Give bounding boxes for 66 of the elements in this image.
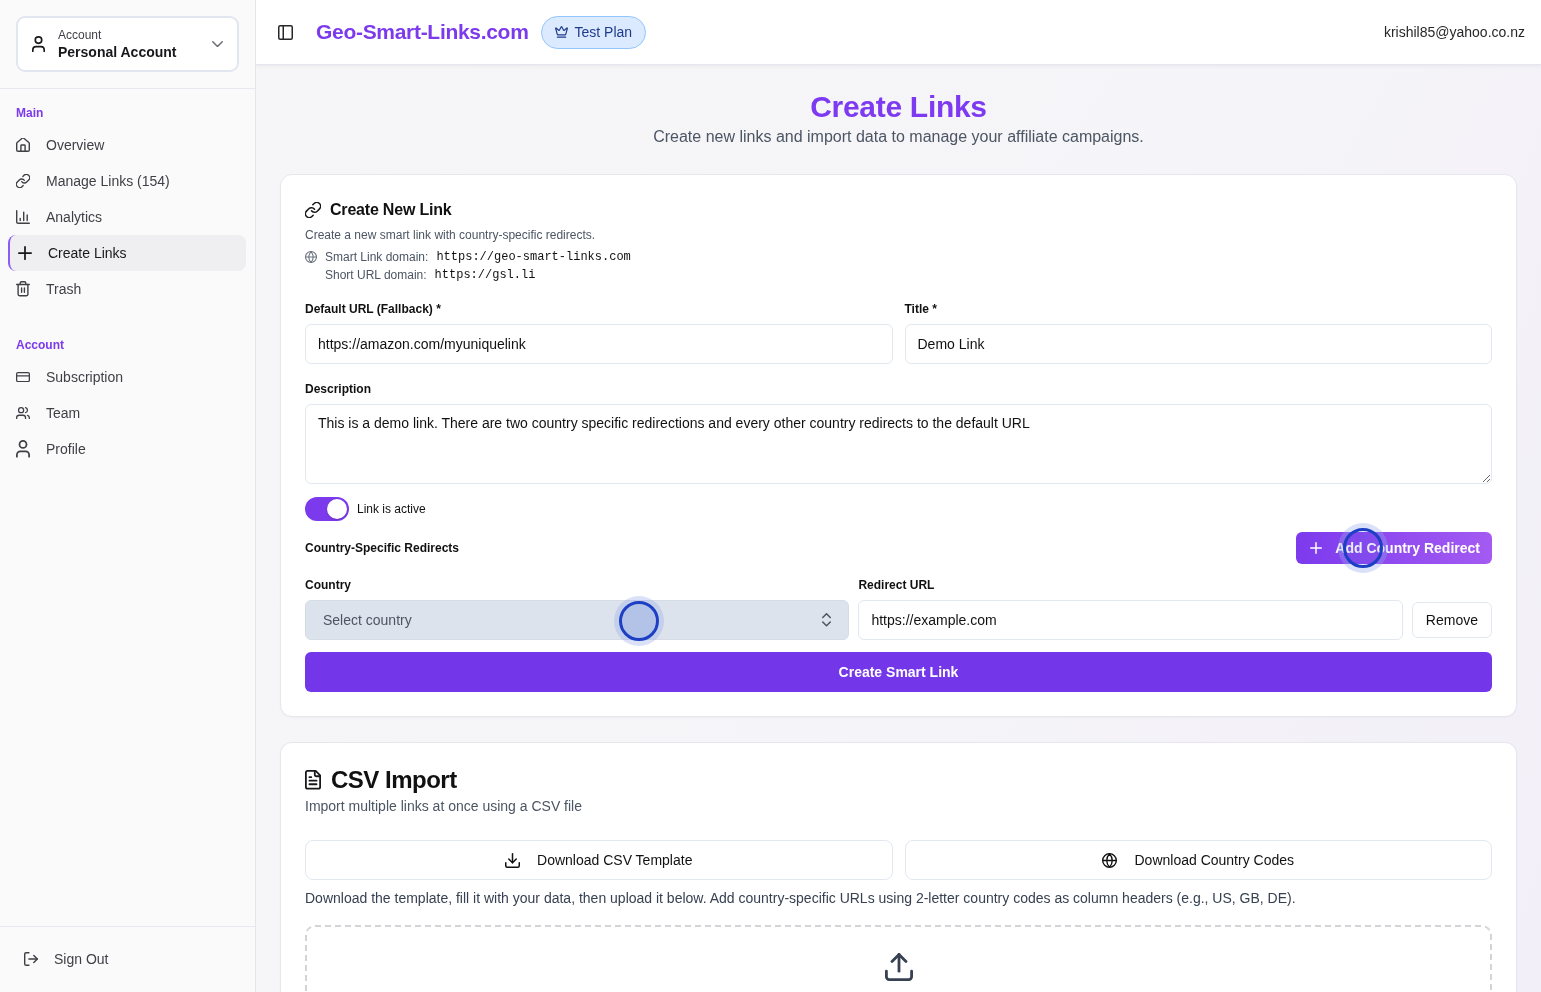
field-label: Country bbox=[305, 577, 352, 593]
plan-name: Test Plan bbox=[574, 24, 633, 40]
users-icon bbox=[16, 406, 30, 420]
upload-icon bbox=[884, 953, 913, 981]
download-icon bbox=[505, 852, 521, 868]
nav-item[interactable]: Profile bbox=[8, 431, 246, 467]
document-icon bbox=[305, 770, 321, 790]
globe-icon bbox=[305, 251, 317, 263]
card-description: Create a new smart link with country-specific redirects. bbox=[305, 227, 597, 243]
card-title: Create New Link bbox=[330, 201, 452, 219]
crown-icon bbox=[554, 26, 568, 38]
link-icon bbox=[305, 202, 321, 218]
section-heading: Main bbox=[15, 105, 45, 121]
sign-out-link[interactable]: Sign Out bbox=[16, 941, 239, 977]
section-label: Country-Specific Redirects bbox=[305, 540, 460, 556]
nav-item[interactable]: Team bbox=[8, 395, 246, 431]
home-icon bbox=[16, 138, 30, 152]
user-email: krishil85@yahoo.co.nz bbox=[1383, 24, 1525, 40]
create-smart-link-button[interactable]: Create Smart Link bbox=[305, 652, 1492, 692]
account-label: Account bbox=[58, 27, 102, 43]
toggle-switch[interactable] bbox=[305, 497, 349, 521]
trash-icon bbox=[16, 281, 30, 297]
download-button[interactable]: Download Country Codes bbox=[904, 840, 1492, 880]
nav-item[interactable]: Create Links bbox=[8, 235, 246, 271]
chevron-down-icon bbox=[212, 40, 223, 48]
sign-out-icon bbox=[24, 952, 38, 966]
plus-icon bbox=[18, 246, 32, 260]
download-button[interactable]: Download CSV Template bbox=[305, 840, 893, 880]
domain-value: https://geo-smart-links.com bbox=[436, 250, 631, 264]
nav-item[interactable]: Trash bbox=[8, 271, 246, 307]
card-title: CSV Import bbox=[331, 766, 457, 794]
account-selector[interactable]: Account Personal Account bbox=[16, 16, 239, 72]
field-label: Description bbox=[305, 381, 372, 397]
panel-icon[interactable] bbox=[278, 24, 293, 40]
nav-item[interactable]: Analytics bbox=[8, 199, 246, 235]
page-subtitle: Create new links and import data to manage your affiliate campaigns. bbox=[653, 127, 1144, 147]
input-field[interactable]: https://amazon.com/myuniquelink bbox=[305, 324, 893, 364]
page-title: Create Links bbox=[810, 89, 987, 125]
account-name: Personal Account bbox=[58, 42, 177, 61]
user-icon bbox=[16, 440, 30, 458]
globe-icon bbox=[1102, 852, 1118, 868]
field-label: Title * bbox=[904, 301, 938, 317]
section-heading: Account bbox=[15, 337, 65, 353]
domain-value: https://gsl.li bbox=[434, 268, 536, 282]
link-icon bbox=[16, 174, 30, 188]
credit-card-icon bbox=[16, 371, 30, 383]
description-field[interactable]: This is a demo link. There are two country specific redirections and every other country redirects to the default URL bbox=[305, 404, 1492, 484]
card-description: Import multiple links at once using a CSV file bbox=[305, 797, 583, 816]
nav-item[interactable]: Manage Links (154) bbox=[8, 163, 246, 199]
country-select[interactable]: Select country bbox=[305, 600, 850, 640]
input-field[interactable]: Demo Link bbox=[904, 324, 1492, 364]
user-icon bbox=[32, 35, 45, 53]
field-label: Default URL (Fallback) * bbox=[305, 301, 442, 317]
domain-label: Short URL domain: bbox=[325, 268, 427, 282]
input-field[interactable]: https://example.com bbox=[858, 600, 1403, 640]
nav-item[interactable]: Overview bbox=[8, 127, 246, 163]
bar-chart-icon bbox=[16, 210, 30, 224]
instructions-text: Download the template, fill it with your data, then upload it below. Add country-specific URLs using 2-letter country codes as column headers (e.g., US, GB, DE). bbox=[305, 889, 1297, 908]
field-label: Redirect URL bbox=[858, 577, 936, 593]
plus-icon bbox=[1310, 542, 1323, 554]
chevrons-up-down-icon bbox=[822, 613, 832, 627]
brand-name[interactable]: Geo-Smart-Links.com bbox=[316, 20, 529, 44]
domain-label: Smart Link domain: bbox=[325, 250, 429, 264]
remove-button[interactable]: Remove bbox=[1411, 602, 1492, 638]
nav-item[interactable]: Subscription bbox=[8, 359, 246, 395]
toggle-label: Link is active bbox=[357, 502, 426, 516]
